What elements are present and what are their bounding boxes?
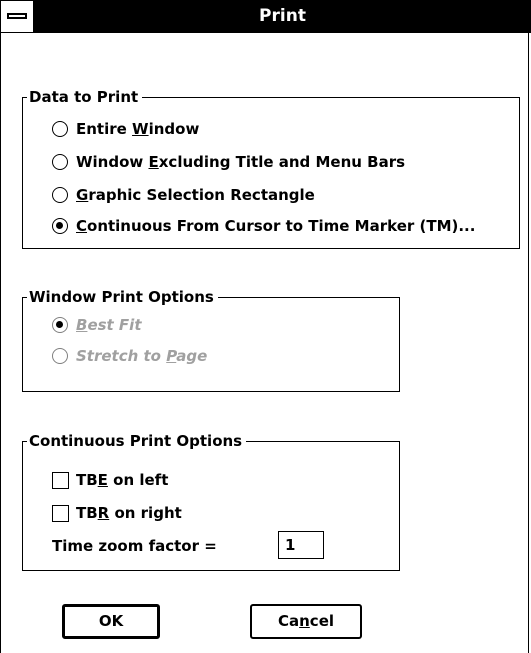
window-print-options-label: Window Print Options (27, 287, 218, 307)
title-bar: Print (0, 0, 531, 33)
continuous-print-options-group: Continuous Print Options TBE on left TBR… (22, 431, 400, 571)
radio-button-selected[interactable] (52, 218, 68, 234)
cancel-button-label: Cancel (277, 612, 335, 630)
checkbox-tbe-label: TBE on left (76, 471, 169, 489)
checkbox-tbr-label: TBR on right (76, 504, 182, 522)
data-to-print-label: Data to Print (27, 87, 143, 107)
time-zoom-input[interactable] (278, 531, 324, 559)
radio-button[interactable] (52, 348, 68, 364)
radio-entire-window-label: Entire Window (76, 120, 200, 138)
ok-button-label: OK (98, 612, 124, 630)
dialog-title: Print (259, 6, 306, 26)
continuous-print-options-label: Continuous Print Options (27, 431, 247, 451)
cancel-button[interactable]: Cancel (250, 604, 362, 639)
data-to-print-group: Data to Print Entire Window Window Exclu… (22, 87, 520, 249)
time-zoom-row: Time zoom factor = (52, 531, 352, 559)
system-menu-button[interactable] (0, 0, 34, 33)
window-print-options-group: Window Print Options Best Fit Stretch to… (22, 287, 400, 392)
radio-continuous-from-cursor-label: Continuous From Cursor to Time Marker (T… (76, 217, 476, 235)
radio-button[interactable] (52, 154, 68, 170)
radio-button[interactable] (52, 187, 68, 203)
system-menu-icon (7, 13, 27, 19)
checkbox[interactable] (52, 472, 69, 489)
radio-stretch-to-page-label: Stretch to Page (76, 347, 208, 365)
radio-window-excluding-bars-label: Window Excluding Title and Menu Bars (76, 153, 406, 171)
radio-graphic-selection-label: Graphic Selection Rectangle (76, 186, 315, 204)
radio-button[interactable] (52, 121, 68, 137)
time-zoom-label: Time zoom factor = (52, 537, 217, 555)
radio-button-selected[interactable] (52, 317, 68, 333)
radio-best-fit-label: Best Fit (76, 316, 142, 334)
checkbox[interactable] (52, 505, 69, 522)
ok-button[interactable]: OK (62, 604, 160, 639)
